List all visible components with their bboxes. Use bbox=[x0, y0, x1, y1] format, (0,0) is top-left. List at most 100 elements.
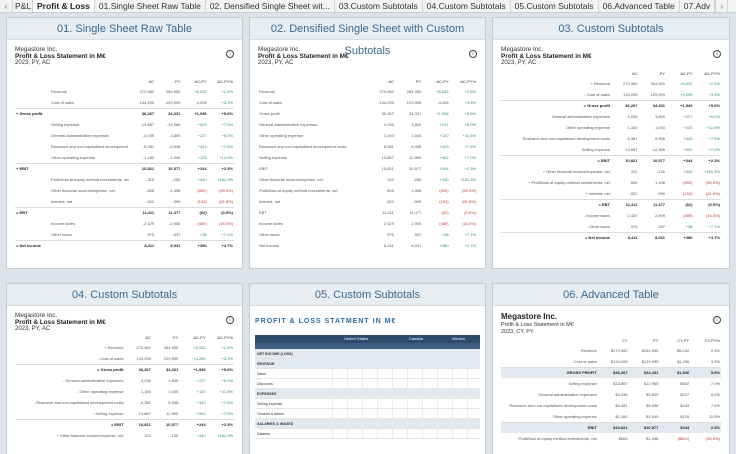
cell-value: 11,411 bbox=[382, 210, 394, 215]
pl-table: CY PY CY-PY CY-PY% Revenue $270,982 $264,950 $… bbox=[501, 336, 721, 444]
cell-value: 8,031 bbox=[155, 239, 182, 251]
cell-value: -1,182 bbox=[142, 154, 155, 160]
info-icon[interactable]: i bbox=[469, 50, 477, 58]
table-row: + Other financial income/expense, net 310… bbox=[15, 430, 234, 441]
row-label: = Gross profit bbox=[501, 99, 611, 111]
row-label: Interest, net bbox=[259, 199, 281, 204]
region-row-cells bbox=[318, 369, 480, 378]
row-label: Cost of sales bbox=[259, 100, 283, 105]
cell-value: 10,821 bbox=[381, 166, 394, 171]
table-row: + EBIT 10,821 10,577 +244 +2.3% bbox=[15, 162, 234, 174]
cell-value: -3,809 bbox=[169, 133, 181, 138]
table-row: Revenue 270,982 264,950 +6,032 +2.6% bbox=[15, 86, 234, 97]
cell-value: -250 bbox=[413, 177, 422, 182]
table-row: Cost of sales $134,295 $129,999 $4,296 3.3% bbox=[501, 356, 721, 367]
cell-value: 36,267 bbox=[381, 111, 394, 116]
tab-03[interactable]: 03.Custom Subtotals bbox=[334, 0, 423, 12]
cell-value: +6.0% bbox=[708, 114, 720, 119]
cell-value: 3,809 bbox=[168, 378, 179, 383]
period-label: 2023, PY, AC bbox=[501, 60, 537, 66]
cell-value: (59.5%) bbox=[705, 180, 720, 185]
cell-value: 264,950 bbox=[165, 89, 181, 94]
cell-value: 10,577 bbox=[409, 166, 422, 171]
row-label: General administrative expenses bbox=[551, 114, 610, 119]
cell-value: $227 bbox=[680, 392, 690, 397]
tab-profit-loss[interactable]: Profit & Loss bbox=[33, 0, 95, 12]
cell-value: (61.8%) bbox=[218, 198, 233, 204]
period-label: 2023, PY, AC bbox=[258, 60, 294, 66]
panel-title: 05. Custom Subtotals bbox=[250, 284, 485, 306]
tab-01[interactable]: 01.Single Sheet Raw Table bbox=[94, 0, 206, 12]
cell-value: +227 bbox=[439, 122, 449, 127]
cell-value: +12.0% bbox=[219, 154, 233, 160]
cell-value: ($892) bbox=[677, 436, 690, 441]
row-label: + Profit/loss at equity method investmen… bbox=[528, 180, 610, 185]
cell-value: +11.5% bbox=[219, 389, 233, 394]
cell-value: 310 bbox=[144, 433, 151, 438]
cell-value: +11.5% bbox=[462, 133, 476, 138]
tab-pl-structure[interactable]: P&L Structure bbox=[13, 0, 33, 12]
panel-02: 02. Densified Single Sheet with Custom S… bbox=[249, 17, 486, 269]
info-icon[interactable]: i bbox=[226, 316, 234, 324]
table-row: Other operating expense $1,160 $1,040 $120 1… bbox=[501, 411, 721, 422]
cell-value: -4,296 bbox=[437, 100, 449, 105]
statement-title: Profit & Loss Statement in M€ bbox=[15, 53, 106, 60]
cell-value: 2.3% bbox=[690, 421, 721, 433]
row-label: Revenue bbox=[259, 89, 276, 94]
tab-06[interactable]: 06.Advanced Table bbox=[598, 0, 680, 12]
region-header: United States Canada Mexico bbox=[255, 335, 480, 343]
cell-value: +5.6% bbox=[206, 363, 234, 375]
cell-value: 1,160 bbox=[140, 389, 151, 394]
table-row: EBIT $10,821 $10,577 $244 2.3% bbox=[501, 421, 721, 433]
info-icon[interactable]: i bbox=[226, 50, 234, 58]
table-row: = EBT 11,411 11,477 (62) (0.5%) bbox=[501, 198, 721, 210]
cell-value: +443 bbox=[196, 400, 206, 405]
tab-07[interactable]: 07.Adv bbox=[679, 0, 716, 12]
table-row: Other financial income/expense, net -606 -… bbox=[15, 185, 234, 196]
cell-value: +440 bbox=[683, 169, 693, 174]
cell-value: +443 bbox=[439, 144, 449, 149]
row-label: Other taxes bbox=[51, 231, 72, 237]
tab-scroll-left-icon[interactable]: ‹ bbox=[0, 0, 13, 12]
cell-value: +1,936 bbox=[179, 363, 207, 375]
row-label: EBIT bbox=[501, 421, 598, 433]
tab-05[interactable]: 05.Custom Subtotals bbox=[510, 0, 599, 12]
cell-value: -2,429 bbox=[142, 221, 155, 226]
info-icon[interactable]: i bbox=[713, 50, 721, 58]
cell-value: (59.5%) bbox=[461, 188, 476, 193]
row-label: Net income bbox=[259, 243, 280, 248]
cell-value: 8,031 bbox=[638, 231, 666, 243]
cell-value: 5,938 bbox=[654, 136, 665, 141]
row-label: Selling expense bbox=[51, 122, 80, 127]
info-icon[interactable]: i bbox=[713, 316, 721, 324]
cell-value: 11,411 bbox=[128, 206, 156, 218]
row-label: Research and non-capitalised development… bbox=[522, 136, 610, 141]
table-row: Other operating expense 1,160 1,040 +120 +11… bbox=[258, 130, 477, 141]
table-row: General administrative expenses 4,036 3,80… bbox=[258, 119, 477, 130]
cell-value: +120 bbox=[683, 125, 693, 130]
cell-value: +5.6% bbox=[207, 107, 234, 119]
panel-title: 02. Densified Single Sheet with Custom S… bbox=[250, 18, 485, 57]
cell-value: +902 bbox=[197, 122, 207, 127]
panel-title: 04. Custom Subtotals bbox=[7, 284, 242, 306]
row-label: Profit/loss at equity method investments… bbox=[259, 188, 338, 193]
tab-02[interactable]: 02. Densified Single Sheet wit... bbox=[205, 0, 335, 12]
cell-value: +902 bbox=[196, 410, 206, 416]
cell-value: +3.3% bbox=[221, 355, 233, 361]
tab-scroll-right-icon[interactable]: › bbox=[715, 0, 729, 12]
row-label: General administrative expenses bbox=[259, 122, 318, 127]
region-row-label: REVENUE bbox=[257, 362, 275, 366]
row-label bbox=[50, 206, 129, 218]
row-label: Selling expense bbox=[568, 381, 597, 386]
cell-value: (0.5%) bbox=[464, 210, 476, 215]
cell-value: +7.0% bbox=[221, 122, 233, 127]
tab-04[interactable]: 04.Custom Subtotals bbox=[422, 0, 511, 12]
row-label: = EBIT bbox=[15, 418, 125, 430]
table-row: = EBT 11,411 11,477 (62) (0.5%) bbox=[15, 206, 234, 218]
row-label: = EBT bbox=[501, 198, 611, 210]
period-label: 2023, PY, AC bbox=[15, 60, 51, 66]
cell-value: 5,938 bbox=[168, 400, 179, 405]
region-mexico: Mexico bbox=[437, 335, 480, 343]
row-label: Profit/loss at equity method investments… bbox=[51, 177, 129, 182]
cell-value: $244 bbox=[659, 421, 691, 433]
